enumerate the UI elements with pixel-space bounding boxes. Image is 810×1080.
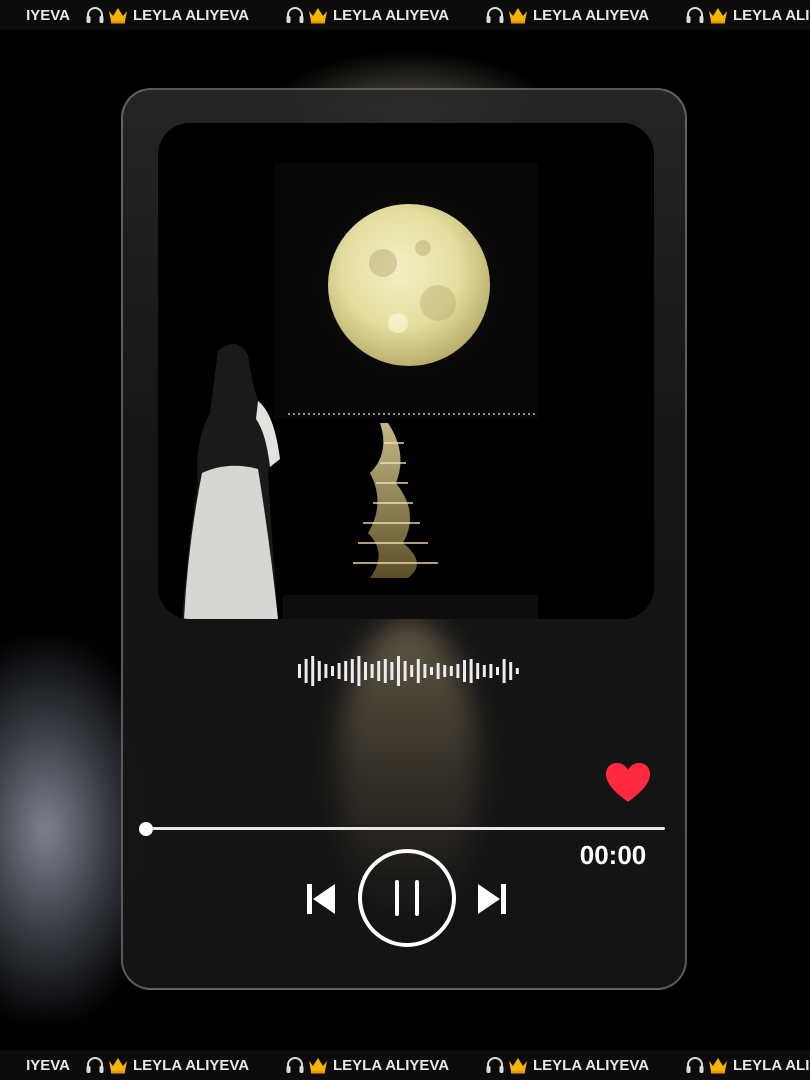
progress-track[interactable] xyxy=(145,827,665,830)
headphones-icon xyxy=(686,1057,704,1073)
album-artwork xyxy=(158,123,654,619)
skip-next-icon[interactable] xyxy=(477,881,507,917)
ticker-item: LEYLA ALIYEVA xyxy=(485,6,685,24)
waveform-bar xyxy=(456,664,460,678)
waveform-bar xyxy=(443,665,447,677)
ticker-item: LEYLA ALIYEVA xyxy=(285,1056,485,1074)
waveform-bar xyxy=(423,664,427,678)
waveform-bar xyxy=(337,663,341,679)
ticker-label: LEYLA ALIYEVA xyxy=(733,6,810,24)
headphones-icon xyxy=(286,1057,304,1073)
waveform-bar xyxy=(416,659,420,683)
waveform-bar xyxy=(482,665,486,677)
bottom-ticker-banner: IYEVA LEYLA ALIYEVA LEYLA ALIYEVA LEYLA … xyxy=(0,1050,810,1080)
waveform-bar xyxy=(344,661,348,681)
crown-icon xyxy=(309,8,327,24)
playback-controls xyxy=(123,845,685,955)
waveform-bar xyxy=(390,662,394,680)
progress-thumb[interactable] xyxy=(139,822,153,836)
waveform-bar xyxy=(403,661,407,681)
progress-slider[interactable] xyxy=(139,822,669,836)
waveform-bar xyxy=(502,659,506,683)
ticker-label: LEYLA ALIYEVA xyxy=(533,1056,650,1074)
ticker-label: LEYLA ALIYEVA xyxy=(533,6,650,24)
ticker-label: LEYLA ALIYEVA xyxy=(333,1056,450,1074)
crown-icon xyxy=(109,1058,127,1074)
waveform-bar xyxy=(364,662,367,680)
ticker-label: LEYLA ALIYEVA xyxy=(133,6,250,24)
heart-icon[interactable] xyxy=(605,762,651,804)
ticker-label: IYEVA xyxy=(26,1056,70,1074)
pause-button[interactable] xyxy=(357,848,457,948)
waveform-bar xyxy=(317,661,321,681)
crown-icon xyxy=(509,1058,527,1074)
waveform-bar xyxy=(463,660,466,682)
ticker-label: IYEVA xyxy=(26,6,70,24)
ticker-item: LEYLA ALIYEVA xyxy=(85,1056,285,1074)
waveform-bar xyxy=(476,663,480,679)
waveform-bar xyxy=(515,668,519,674)
waveform-bar xyxy=(469,659,473,683)
headphones-icon xyxy=(86,7,104,23)
headphones-icon xyxy=(686,7,704,23)
skip-previous-icon[interactable] xyxy=(306,881,336,917)
waveform-bar xyxy=(324,664,328,678)
crown-icon xyxy=(309,1058,327,1074)
waveform-bar xyxy=(298,664,301,678)
waveform-bar xyxy=(397,656,400,686)
crown-icon xyxy=(509,8,527,24)
headphones-icon xyxy=(486,1057,504,1073)
ticker-label: LEYLA ALIYEVA xyxy=(133,1056,250,1074)
waveform-bar xyxy=(311,656,315,686)
waveform-icon xyxy=(298,656,519,686)
ticker-item: LEYLA ALIYEVA xyxy=(85,6,285,24)
waveform-bar xyxy=(449,666,453,676)
top-ticker-banner: IYEVA LEYLA ALIYEVA LEYLA ALIYEVA LEYLA … xyxy=(0,0,810,30)
ticker-item: LEYLA ALIYEVA xyxy=(285,6,485,24)
waveform-bar xyxy=(331,666,334,676)
ticker-label: LEYLA ALIYEVA xyxy=(733,1056,810,1074)
waveform-bar xyxy=(304,659,308,683)
waveform-bar xyxy=(350,659,354,683)
waveform-bar xyxy=(410,665,414,677)
crown-icon xyxy=(709,1058,727,1074)
waveform-bar xyxy=(436,663,440,679)
headphones-icon xyxy=(486,7,504,23)
ticker-item: LEYLA ALIYEVA xyxy=(685,6,810,24)
waveform-bar xyxy=(383,659,387,683)
waveform-bar xyxy=(509,662,513,680)
waveform-bar xyxy=(430,667,433,675)
headphones-icon xyxy=(86,1057,104,1073)
pause-icon xyxy=(395,880,419,916)
waveform-bar xyxy=(370,664,374,678)
moon-night-illustration xyxy=(158,123,654,619)
ticker-label: LEYLA ALIYEVA xyxy=(333,6,450,24)
ticker-item: LEYLA ALIYEVA xyxy=(485,1056,685,1074)
waveform-bar xyxy=(496,667,499,675)
ticker-item: LEYLA ALIYEVA xyxy=(685,1056,810,1074)
waveform-bar xyxy=(489,664,493,678)
music-player-card: 00:00 xyxy=(121,88,687,990)
crown-icon xyxy=(109,8,127,24)
waveform-bar xyxy=(377,661,381,681)
crown-icon xyxy=(709,8,727,24)
headphones-icon xyxy=(286,7,304,23)
waveform-bar xyxy=(357,656,361,686)
